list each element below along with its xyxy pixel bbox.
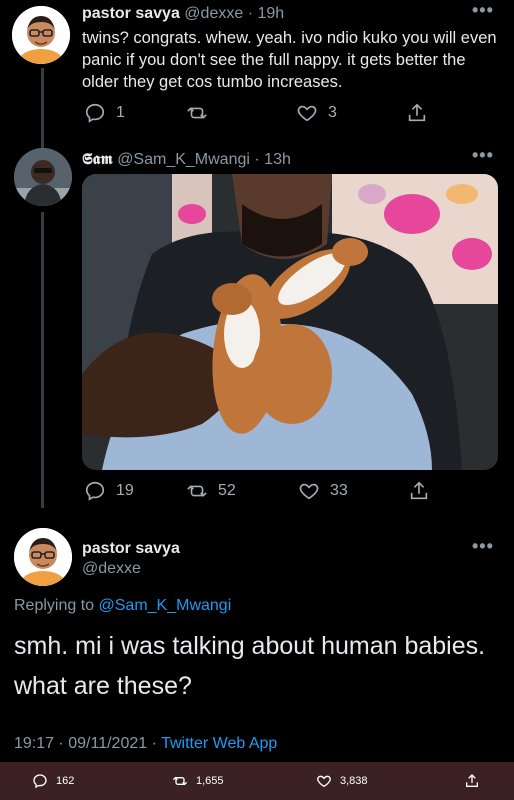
tweet-header: pastor savya @dexxe · 19h	[82, 5, 284, 23]
like-count: 3,838	[340, 775, 368, 787]
reply-icon	[33, 774, 47, 789]
tweet-sam: 𝕾𝖆𝖒 @Sam_K_Mwangi · 13h ••• 19 52 33	[0, 138, 514, 516]
tweet-text: smh. mi i was talking about human babies…	[14, 632, 486, 700]
action-bar: 19 52 33	[84, 480, 440, 502]
replying-to: Replying to @Sam_K_Mwangi	[14, 597, 231, 615]
tweet-pastor-savya-1: pastor savya @dexxe · 19h ••• twins? con…	[0, 0, 514, 140]
display-name[interactable]: pastor savya	[82, 540, 180, 558]
like-count: 33	[330, 482, 348, 499]
tweet-photo[interactable]	[82, 174, 498, 470]
reply-count: 1	[116, 104, 125, 121]
reply-icon	[85, 481, 105, 501]
reply-button[interactable]: 1	[84, 102, 186, 124]
thread-line	[41, 212, 44, 508]
separator: ·	[254, 151, 260, 168]
like-icon	[299, 483, 319, 500]
retweet-count: 1,655	[196, 775, 224, 787]
avatar[interactable]	[14, 148, 72, 206]
retweet-button[interactable]: 52	[186, 480, 298, 502]
replying-prefix: Replying to	[14, 597, 95, 614]
like-button[interactable]: 3	[296, 102, 406, 124]
more-icon[interactable]: •••	[472, 0, 494, 21]
separator: ·	[247, 5, 254, 22]
display-name[interactable]: 𝕾𝖆𝖒	[82, 149, 113, 168]
share-icon	[466, 774, 478, 787]
more-icon[interactable]: •••	[472, 145, 494, 166]
avatar[interactable]	[14, 528, 72, 586]
like-button[interactable]: 3,838	[316, 773, 368, 789]
retweet-icon	[187, 485, 207, 497]
source-link[interactable]: Twitter Web App	[161, 735, 277, 752]
tweet-main: pastor savya @dexxe ••• Replying to @Sam…	[0, 516, 514, 760]
timestamp[interactable]: 13h	[264, 151, 291, 168]
avatar[interactable]	[12, 6, 70, 64]
thread-line	[41, 68, 44, 140]
bottom-action-bar: 162 1,655 3,838	[0, 762, 514, 800]
reply-count: 19	[116, 482, 134, 499]
reply-icon	[85, 103, 105, 123]
retweet-button[interactable]: 1,655	[172, 773, 224, 789]
tweet-text: twins? congrats. whew. yeah. ivo ndio ku…	[82, 29, 497, 91]
share-button[interactable]	[408, 480, 440, 502]
like-icon	[297, 105, 317, 122]
handle[interactable]: @dexxe	[82, 560, 141, 578]
action-bar: 1 3	[84, 102, 438, 124]
timestamp[interactable]: 19h	[257, 5, 284, 22]
like-icon	[317, 775, 331, 788]
reply-count: 162	[56, 775, 75, 787]
timestamp-text: 19:17 · 09/11/2021 ·	[14, 735, 162, 752]
display-name[interactable]: pastor savya	[82, 5, 180, 22]
handle[interactable]: @Sam_K_Mwangi	[117, 151, 250, 168]
replying-to-link[interactable]: @Sam_K_Mwangi	[99, 597, 232, 614]
share-button[interactable]	[464, 773, 488, 789]
retweet-count: 52	[218, 482, 236, 499]
share-button[interactable]	[406, 102, 438, 124]
thread-line	[41, 138, 44, 148]
reply-button[interactable]: 162	[32, 773, 74, 789]
tweet-header: 𝕾𝖆𝖒 @Sam_K_Mwangi · 13h	[82, 149, 291, 169]
like-button[interactable]: 33	[298, 480, 408, 502]
more-icon[interactable]: •••	[472, 536, 494, 557]
retweet-button[interactable]	[186, 102, 296, 124]
share-icon	[408, 103, 426, 122]
reply-button[interactable]: 19	[84, 480, 186, 502]
retweet-icon	[187, 107, 207, 119]
retweet-icon	[172, 776, 188, 786]
tweet-timestamp: 19:17 · 09/11/2021 · Twitter Web App	[14, 735, 277, 753]
share-icon	[410, 481, 428, 500]
handle[interactable]: @dexxe	[184, 5, 243, 22]
like-count: 3	[328, 104, 337, 121]
